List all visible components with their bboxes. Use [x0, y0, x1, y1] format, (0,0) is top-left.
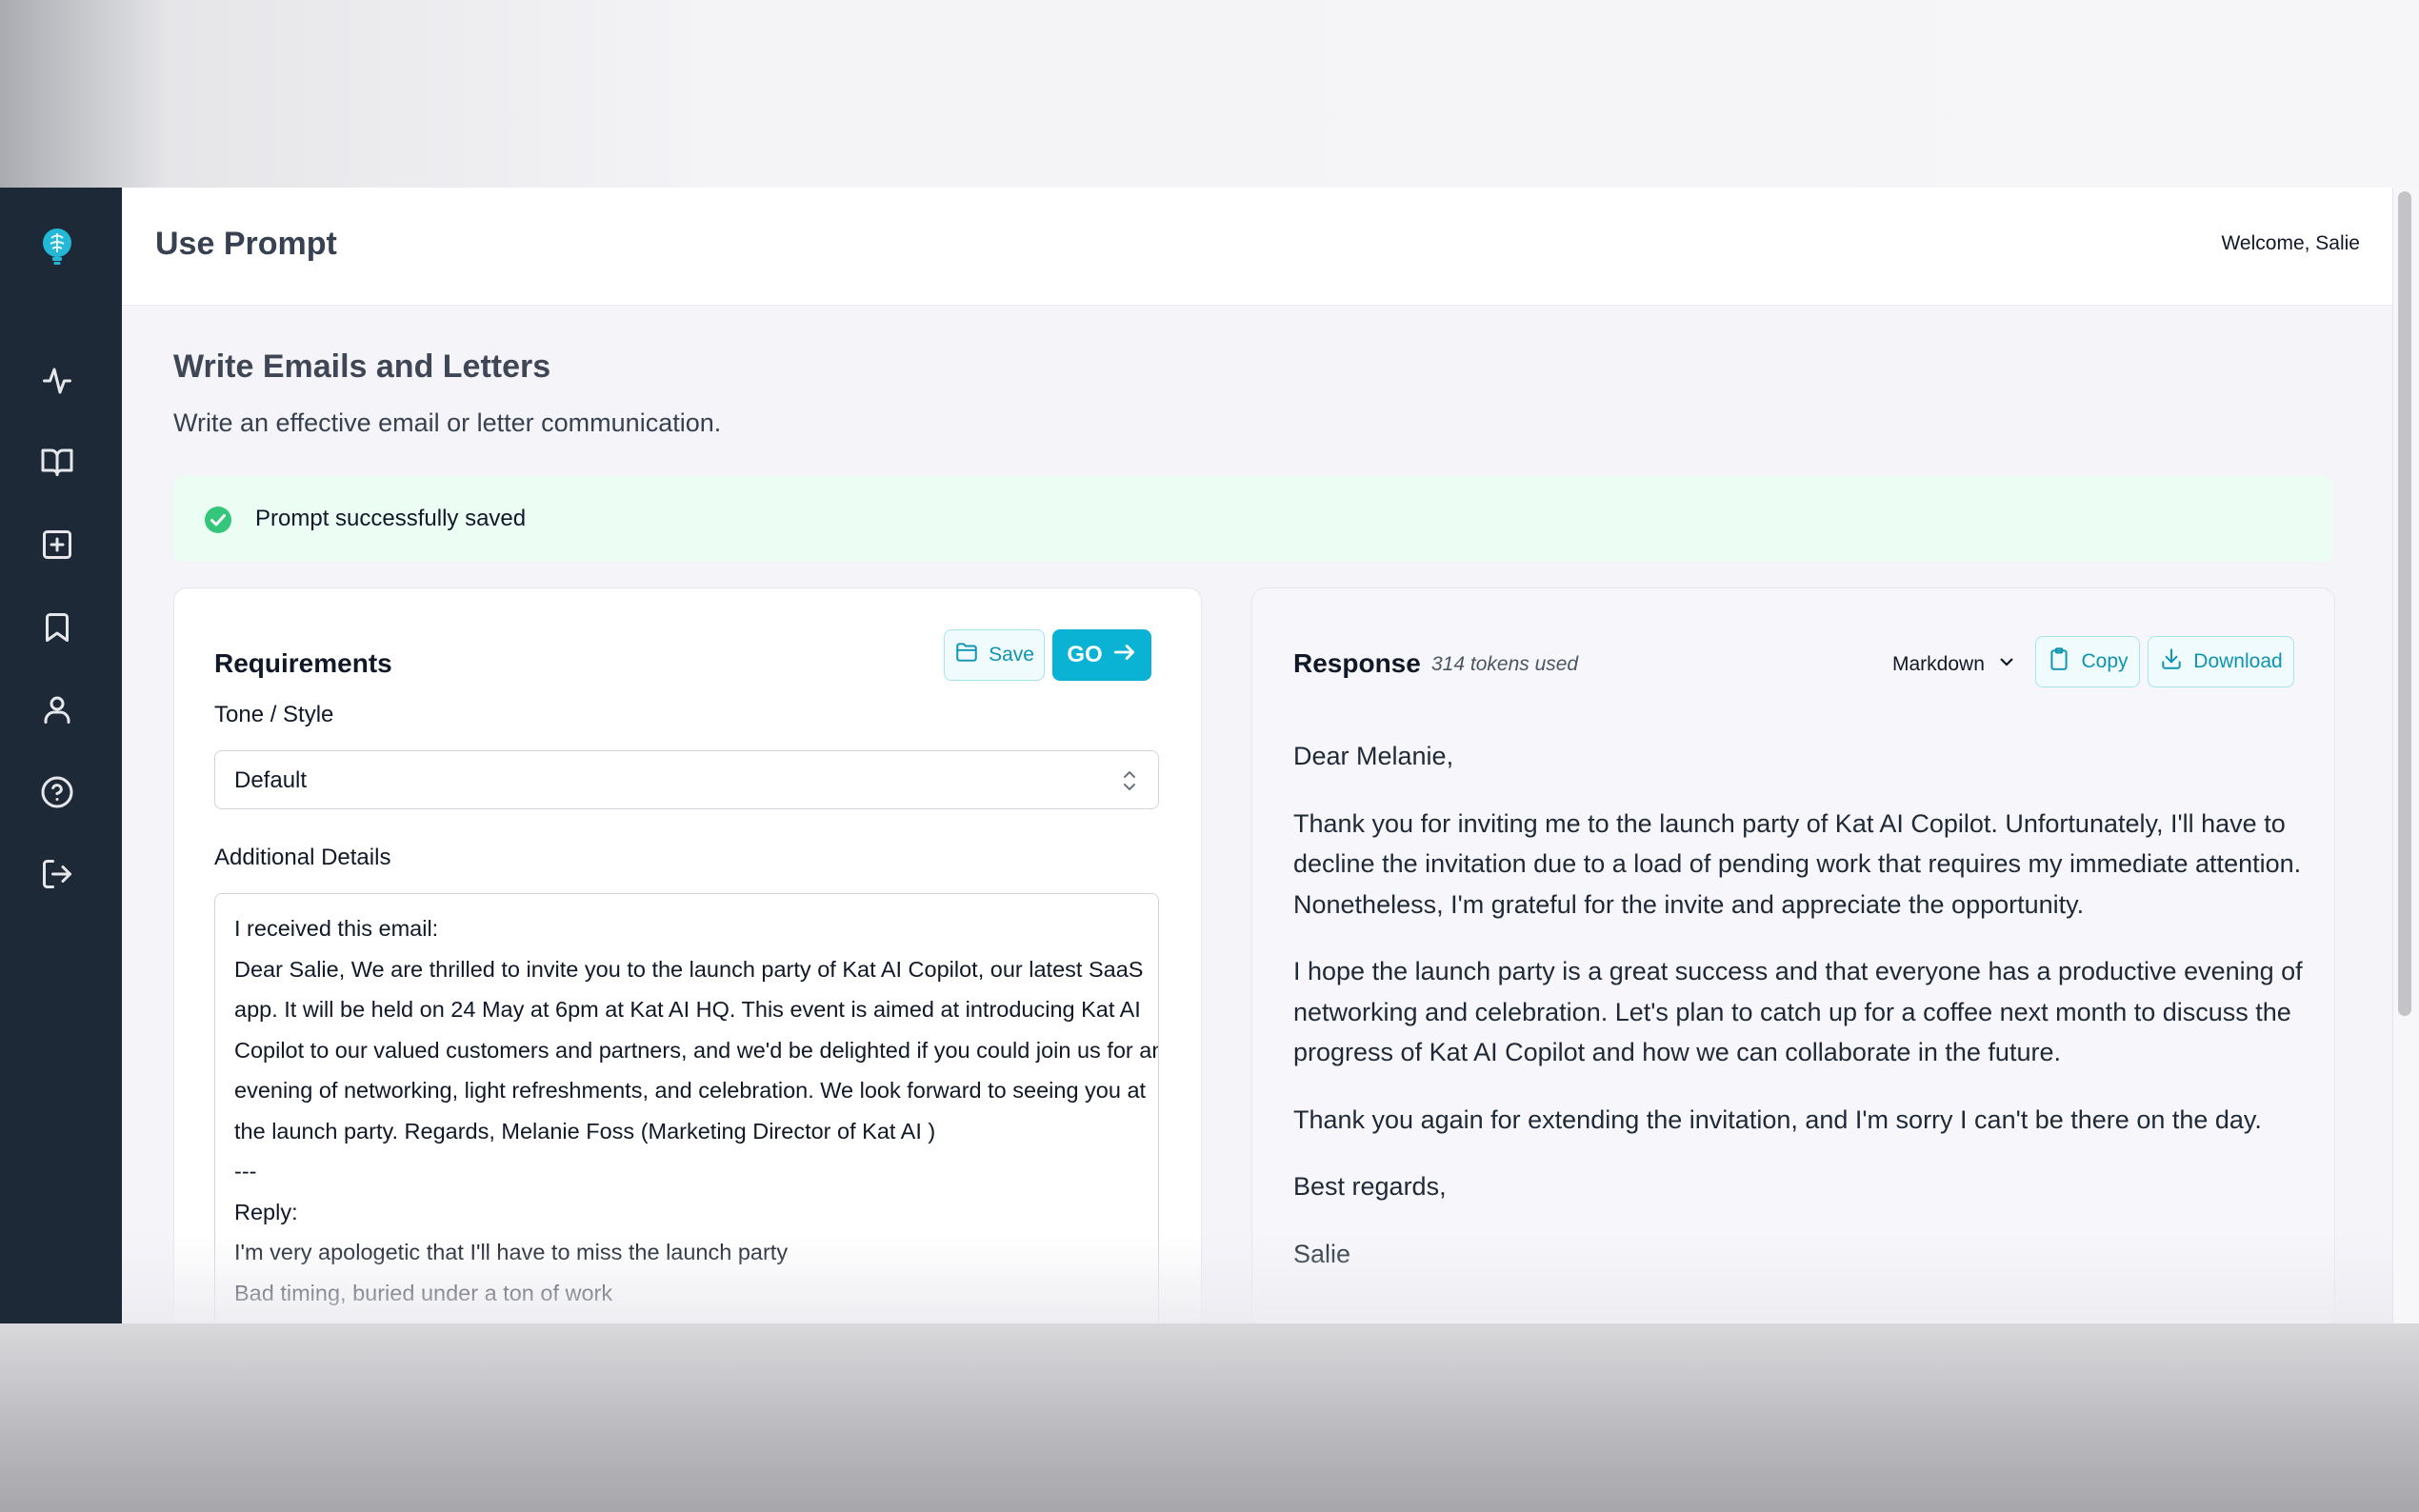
- details-textarea[interactable]: I received this email: Dear Salie, We ar…: [214, 893, 1159, 1323]
- chevron-down-icon: [1998, 653, 2015, 676]
- save-label: Save: [989, 644, 1034, 666]
- alert-message: Prompt successfully saved: [255, 506, 527, 531]
- folder-icon: [954, 640, 979, 670]
- prompt-title: Write Emails and Letters: [173, 348, 551, 385]
- response-heading: Response: [1293, 648, 1421, 678]
- check-circle-icon: [204, 506, 232, 534]
- clipboard-icon: [2047, 647, 2071, 677]
- tone-select[interactable]: Default: [214, 750, 1159, 809]
- response-card: Response 314 tokens used Markdown Copy D…: [1251, 587, 2335, 1323]
- download-icon: [2159, 647, 2184, 677]
- help-circle-icon[interactable]: [40, 775, 74, 809]
- tone-value: Default: [234, 767, 308, 793]
- details-line: the launch party. Regards, Melanie Foss …: [234, 1118, 936, 1144]
- plus-square-icon[interactable]: [40, 527, 74, 562]
- response-paragraph: Salie: [1293, 1239, 1351, 1268]
- arrow-right-icon: [1112, 640, 1137, 671]
- activity-icon[interactable]: [40, 364, 74, 398]
- main-content: Write Emails and Letters Write an effect…: [122, 305, 2392, 1323]
- requirements-heading: Requirements: [214, 648, 392, 678]
- tokens-used: 314 tokens used: [1431, 653, 1579, 675]
- download-label: Download: [2193, 650, 2283, 672]
- bookmark-icon[interactable]: [40, 610, 74, 645]
- response-paragraph: Dear Melanie,: [1293, 742, 1454, 770]
- book-open-icon[interactable]: [40, 445, 74, 479]
- response-body: Dear Melanie, Thank you for inviting me …: [1293, 736, 2303, 1301]
- response-paragraph: Best regards,: [1293, 1172, 1447, 1201]
- format-value: Markdown: [1892, 653, 1985, 675]
- response-paragraph: Thank you for inviting me to the launch …: [1293, 808, 2302, 919]
- lightbulb-brain-icon[interactable]: [40, 228, 74, 266]
- details-label: Additional Details: [214, 845, 391, 870]
- details-line: evening of networking, light refreshment…: [234, 1078, 1147, 1103]
- format-select[interactable]: Markdown: [1892, 653, 2015, 676]
- user-icon[interactable]: [40, 692, 74, 726]
- details-line: Dear Salie, We are thrilled to invite yo…: [234, 956, 1144, 982]
- details-line: Reply:: [234, 1199, 298, 1224]
- page-title: Use Prompt: [155, 226, 337, 262]
- response-paragraph: Thank you again for extending the invita…: [1293, 1104, 2262, 1134]
- details-line: app. It will be held on 24 May at 6pm at…: [234, 997, 1141, 1022]
- download-button[interactable]: Download: [2148, 636, 2294, 687]
- welcome-text: Welcome, Salie: [2221, 232, 2360, 254]
- tone-label: Tone / Style: [214, 702, 334, 727]
- requirements-card: Requirements Save GO Tone / Style Defaul…: [173, 587, 1202, 1323]
- desktop-background: [0, 1323, 2419, 1512]
- sidebar: [0, 188, 122, 1323]
- details-line: Invite much appreciated: [234, 1313, 1139, 1323]
- response-paragraph: I hope the launch party is a great succe…: [1293, 957, 2303, 1066]
- app-window: Use Prompt Welcome, Salie Write Emails a…: [0, 188, 2419, 1323]
- details-line: ---: [234, 1159, 257, 1184]
- scrollbar-thumb[interactable]: [2398, 191, 2411, 1016]
- go-label: GO: [1067, 642, 1103, 667]
- top-bar: Use Prompt Welcome, Salie: [122, 188, 2392, 306]
- details-line: Copilot to our valued customers and part…: [234, 1037, 1159, 1063]
- details-line: I received this email:: [234, 916, 439, 941]
- chevron-up-down-icon: [1120, 766, 1139, 795]
- copy-button[interactable]: Copy: [2035, 636, 2140, 687]
- copy-label: Copy: [2081, 650, 2129, 672]
- success-alert: Prompt successfully saved: [173, 476, 2333, 562]
- go-button[interactable]: GO: [1052, 629, 1151, 681]
- save-button[interactable]: Save: [944, 629, 1045, 681]
- details-line: I'm very apologetic that I'll have to mi…: [234, 1240, 789, 1264]
- logout-icon[interactable]: [40, 857, 74, 891]
- details-line: Bad timing, buried under a ton of work: [234, 1280, 613, 1305]
- prompt-description: Write an effective email or letter commu…: [173, 408, 722, 437]
